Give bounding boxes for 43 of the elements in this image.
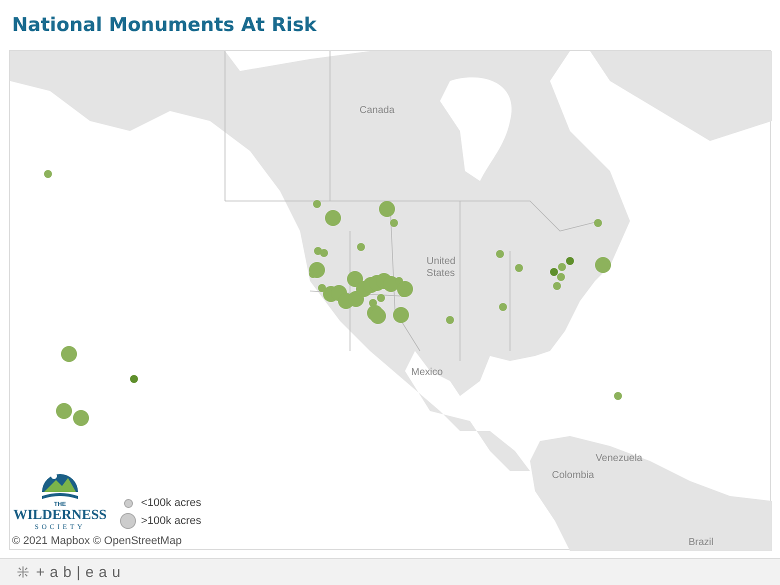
- monument-marker[interactable]: [130, 375, 138, 383]
- legend-label: >100k acres: [141, 515, 202, 527]
- monument-marker[interactable]: [515, 264, 523, 272]
- monument-marker[interactable]: [357, 243, 365, 251]
- monument-marker[interactable]: [379, 201, 395, 217]
- monument-marker[interactable]: [61, 346, 77, 362]
- monument-marker[interactable]: [56, 403, 72, 419]
- tableau-logo-text: +ab|eau: [36, 564, 126, 580]
- monument-marker[interactable]: [383, 276, 399, 292]
- monument-marker[interactable]: [550, 268, 558, 276]
- monument-marker[interactable]: [595, 257, 611, 273]
- monument-marker[interactable]: [318, 284, 326, 292]
- monument-marker[interactable]: [313, 200, 321, 208]
- country-label: Canada: [359, 105, 395, 117]
- monument-marker[interactable]: [309, 270, 317, 278]
- monument-marker[interactable]: [566, 257, 574, 265]
- monument-marker[interactable]: [557, 273, 565, 281]
- monument-marker[interactable]: [594, 219, 602, 227]
- monument-marker[interactable]: [348, 291, 364, 307]
- dashboard-title: National Monuments At Risk: [11, 13, 318, 34]
- monument-marker[interactable]: [446, 316, 454, 324]
- monument-marker[interactable]: [347, 271, 363, 287]
- monument-marker[interactable]: [553, 282, 561, 290]
- country-label: Brazil: [688, 537, 714, 549]
- country-label: Colombia: [552, 470, 594, 482]
- monument-marker[interactable]: [325, 210, 341, 226]
- monument-marker[interactable]: [499, 303, 507, 311]
- country-label: Mexico: [411, 367, 443, 379]
- tableau-logo-icon: [16, 565, 30, 579]
- monument-marker[interactable]: [614, 392, 622, 400]
- country-label: United States: [426, 256, 456, 280]
- monument-marker[interactable]: [377, 294, 385, 302]
- monument-marker[interactable]: [390, 219, 398, 227]
- monument-marker[interactable]: [73, 410, 89, 426]
- monument-marker[interactable]: [320, 249, 328, 257]
- monument-marker[interactable]: [393, 307, 409, 323]
- legend-label: <100k acres: [141, 497, 202, 509]
- logo-text: WILDERNESS: [13, 508, 107, 523]
- country-label: Venezuela: [596, 453, 642, 465]
- monument-marker[interactable]: [44, 170, 52, 178]
- monument-marker[interactable]: [558, 263, 566, 271]
- monument-marker[interactable]: [496, 250, 504, 258]
- monument-marker[interactable]: [370, 308, 386, 324]
